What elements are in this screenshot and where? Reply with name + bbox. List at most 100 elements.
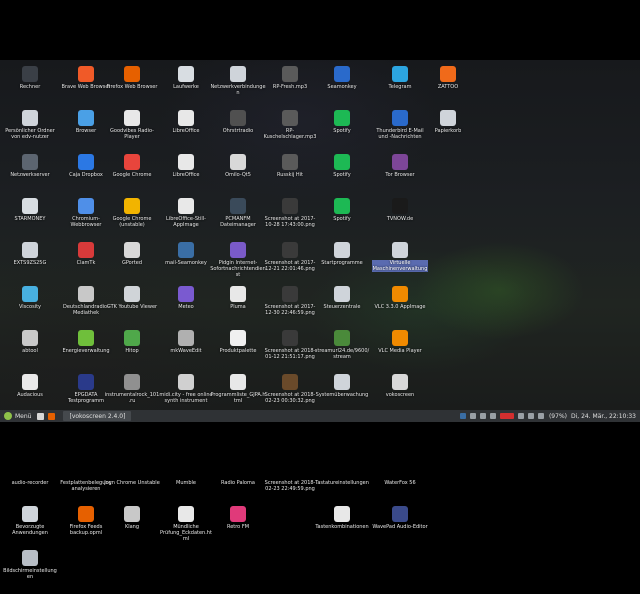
desktop-icon[interactable]: Spotify [314, 110, 370, 154]
desktop-icon[interactable]: Viscosity [2, 286, 58, 330]
desktop-icon[interactable]: Seamonkey [314, 66, 370, 110]
tray-app-icon[interactable] [479, 413, 486, 419]
desktop-icon[interactable]: VLC Media Player [372, 330, 428, 374]
tray-app-icon[interactable] [489, 413, 496, 419]
spotify-icon [334, 154, 350, 170]
desktop-icon[interactable]: Google Chrome (unstable) [104, 198, 160, 242]
desktop-icon[interactable]: Meteo [158, 286, 214, 330]
desktop-icon[interactable]: Laufwerke [158, 66, 214, 110]
desktop-icon-label: Screenshot at 2017-10-28 17:43:00.png [264, 216, 316, 228]
desktop-icon[interactable]: Klang [104, 506, 160, 550]
desktop-icon[interactable]: STARMONEY [2, 198, 58, 242]
desktop-icon[interactable]: VLC 3.3.0 AppImage [372, 286, 428, 330]
tor-icon [392, 154, 408, 170]
shortcuts-icon [334, 506, 350, 522]
brave-icon [78, 66, 94, 82]
desktop-icon[interactable]: EXTS9ZS25G [2, 242, 58, 286]
recording-indicator-icon[interactable] [499, 413, 514, 419]
image-file-icon [282, 330, 298, 346]
gparted-icon [124, 242, 140, 258]
desktop-icon[interactable]: Mündliche Prüfung_Eckdaten.html [158, 506, 214, 550]
sound-icon [124, 506, 140, 522]
image-file-icon [282, 286, 298, 302]
desktop-icon-label: WaterFox 56 [384, 480, 416, 486]
desktop-icon[interactable]: Tastenkombinationen [314, 506, 370, 550]
virt-manager-icon [392, 242, 408, 258]
desktop-icon-label: Netzwerkserver [10, 172, 50, 178]
desktop-icon[interactable]: LibreOffice [158, 110, 214, 154]
desktop-icon[interactable]: streamurl24.de/9600/stream [314, 330, 370, 374]
desktop-icon[interactable]: Rechner [2, 66, 58, 110]
desktop-icon[interactable]: Screenshot at 2017-10-28 17:43:00.png [262, 198, 318, 242]
network-icon[interactable] [517, 413, 524, 419]
desktop-icon[interactable]: RP-Kuschelschlager.mp3 [262, 110, 318, 154]
menu-button[interactable]: Menü [0, 410, 35, 422]
tray-app-icon[interactable] [469, 413, 476, 419]
volume-icon[interactable] [527, 413, 534, 419]
desktop-icon[interactable]: Goodvibes Radio-Player [104, 110, 160, 154]
desktop-icon[interactable]: Pluma [210, 286, 266, 330]
desktop-icon[interactable]: Persönlicher Ordner von edv-nutzer [2, 110, 58, 154]
desktop-icon[interactable]: LibreOffice [158, 154, 214, 198]
desktop-icon[interactable]: Hitop [104, 330, 160, 374]
chrome-unstable-icon [124, 198, 140, 214]
startup-icon [334, 242, 350, 258]
desktop-icon[interactable]: GPorted [104, 242, 160, 286]
desktop-icon[interactable]: Screenshot at 2017-12-21 22:01:46.png [262, 242, 318, 286]
audacious-icon [22, 374, 38, 390]
desktop-icon[interactable]: LibreOffice-Still-AppImage [158, 198, 214, 242]
desktop-icon[interactable]: Bildschirmeinstellungen [2, 550, 58, 594]
desktop-icon[interactable]: Spotify [314, 198, 370, 242]
desktop-icon-label: abtool [22, 348, 38, 354]
desktop-icon[interactable]: Google Chrome [104, 154, 160, 198]
control-center-icon [334, 286, 350, 302]
desktop-icon[interactable]: Omilo-Qt5 [210, 154, 266, 198]
desktop-icon[interactable]: WavePad Audio-Editor [372, 506, 428, 550]
chrome-icon [124, 154, 140, 170]
desktop-icon[interactable]: Steuerzentrale [314, 286, 370, 330]
desktop-icon[interactable]: Papierkorb [420, 110, 476, 154]
desktop-icon[interactable]: Bevorzugte Anwendungen [2, 506, 58, 550]
file-manager-icon [230, 198, 246, 214]
battery-percent: (97%) [548, 412, 567, 420]
desktop-icon[interactable]: Netzwerkserver [2, 154, 58, 198]
desktop-icon[interactable]: Spotify [314, 154, 370, 198]
desktop-icon[interactable]: Tor Browser [372, 154, 428, 198]
clock[interactable]: Di, 24. Mär., 22:10:33 [571, 413, 636, 420]
desktop-icon[interactable]: mkWaveEdit [158, 330, 214, 374]
vlc-icon [392, 330, 408, 346]
desktop-icon[interactable]: GTK Youtube Viewer [104, 286, 160, 330]
desktop-icon-label: Russkij Hit [276, 172, 303, 178]
desktop-icon[interactable]: Screenshot at 2018-01-12 21:51:17.png [262, 330, 318, 374]
desktop-icon[interactable]: ZATTOO [420, 66, 476, 110]
tvnow-icon [392, 198, 408, 214]
computer-icon [22, 66, 38, 82]
show-desktop-icon[interactable] [37, 412, 45, 420]
firefox-launcher-icon[interactable] [48, 412, 56, 420]
desktop-icon[interactable]: Russkij Hit [262, 154, 318, 198]
desktop-icon[interactable]: PCMANFM Dateimanager [210, 198, 266, 242]
desktop-icon[interactable]: Pidgin Internet-Sofortnachrichtendienst [210, 242, 266, 286]
desktop-icon[interactable]: Netzwerkverbindungen [210, 66, 266, 110]
desktop-icon[interactable]: abtool [2, 330, 58, 374]
desktop-icon[interactable]: RP-Fresh.mp3 [262, 66, 318, 110]
desktop-icon[interactable]: TVNOW.de [372, 198, 428, 242]
desktop-icon[interactable]: Screenshot at 2017-12-30 22:46:59.png [262, 286, 318, 330]
drives-icon [178, 66, 194, 82]
desktop-icon[interactable]: Ohrstrtradio [210, 110, 266, 154]
desktop-icon[interactable]: Startprogramme [314, 242, 370, 286]
desktop-icon[interactable]: Retro FM [210, 506, 266, 550]
desktop-icon[interactable]: Firefox Web Browser [104, 66, 160, 110]
workspace-switcher-icon[interactable] [459, 413, 466, 419]
desktop-icon-label: GTK Youtube Viewer [106, 304, 158, 310]
desktop-icon[interactable]: Produktpalette [210, 330, 266, 374]
desktop-icon-label: Ohrstrtradio [222, 128, 254, 134]
desktop-icon-label: Hitop [125, 348, 139, 354]
desktop-icon-label: Meteo [178, 304, 194, 310]
libreoffice-icon [178, 110, 194, 126]
taskbar-window-vokoscreen[interactable]: [vokoscreen 2.4.0] [63, 411, 132, 421]
desktop-icon[interactable]: Virtuelle Maschinenverwaltung [372, 242, 428, 286]
desktop-icon[interactable]: mail-Seamonkey [158, 242, 214, 286]
battery-icon[interactable] [537, 413, 544, 419]
wavepad-icon [392, 506, 408, 522]
